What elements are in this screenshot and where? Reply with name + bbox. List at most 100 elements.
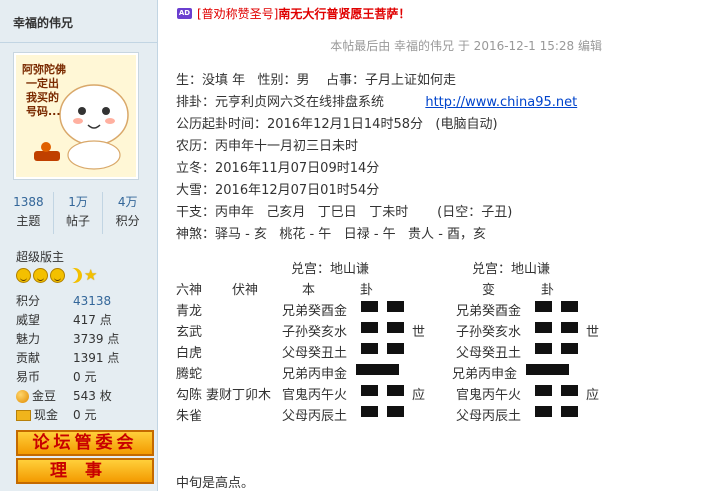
hex-liushen: 白虎 — [176, 346, 203, 361]
yin-line — [535, 406, 578, 417]
attr-label: 积分 — [16, 294, 41, 308]
hex-liushen: 青龙 — [176, 304, 203, 319]
yin-line — [361, 385, 404, 396]
avatar[interactable]: 阿弥陀佛 一定出 我买的 号码... — [13, 52, 139, 180]
post-line: 公历起卦时间：2016年12月1日14时58分 (电脑自动) — [176, 117, 498, 132]
yin-line — [535, 343, 578, 354]
stat-points-value[interactable]: 4万 — [103, 192, 152, 212]
star-medal-icon: ★ — [84, 266, 98, 284]
avatar-text-4: 号码... — [26, 105, 61, 118]
attr-label: 金豆 — [32, 389, 57, 403]
paigua-label: 排卦：元亨利贞网六爻在线排盘系统 — [176, 95, 385, 110]
edit-notice: 本帖最后由 幸福的伟兄 于 2016-12-1 15:28 编辑 — [330, 39, 602, 53]
hex-bian-line: 子孙癸亥水 — [456, 325, 522, 340]
hex-liushen: 勾陈 — [176, 388, 203, 403]
stat-posts-label: 帖子 — [66, 214, 91, 228]
attr-value: 1391 点 — [73, 351, 120, 365]
hex-ben-line: 父母癸丑土 — [282, 346, 348, 361]
attr-label: 贡献 — [16, 351, 41, 365]
post-line-paigua: 排卦：元亨利贞网六爻在线排盘系统 http://www.china95.net — [176, 92, 696, 114]
attr-jindou: 金豆 543 枚 — [16, 387, 152, 406]
attr-meili: 魅力 3739 点 — [16, 330, 152, 349]
hex-ben-mark: 世 — [412, 325, 426, 340]
hex-row: 腾蛇 兄弟丙申金 兄弟丙申金 — [176, 364, 696, 385]
hex-header-row: 六神 伏神 本 卦 变 卦 — [176, 280, 696, 301]
user-rank[interactable]: 超级版主 — [16, 248, 64, 265]
post-footer-line: 中旬是高点。 — [176, 476, 255, 491]
hex-bian-line: 父母癸丑土 — [456, 346, 522, 361]
post-content: AD [普劝称赞圣号] 南无大行普贤愿王菩萨！ 本帖最后由 幸福的伟兄 于 20… — [159, 0, 703, 491]
attr-jifen: 积分 43138 — [16, 292, 152, 311]
attr-yibi: 易币 0 元 — [16, 368, 152, 387]
attr-value: 0 元 — [73, 408, 97, 422]
post-line: 神煞：驿马 - 亥 桃花 - 午 日禄 - 午 贵人 - 酉，亥 — [176, 227, 487, 242]
hex-ben-line: 兄弟癸酉金 — [282, 304, 348, 319]
hex-bian-line: 父母丙辰土 — [456, 409, 522, 424]
hex-bian-line: 兄弟丙申金 — [452, 367, 518, 382]
avatar-text-1: 阿弥陀佛 — [22, 62, 66, 76]
hex-header-liushen: 六神 — [176, 283, 203, 298]
username-link[interactable]: 幸福的伟兄 — [13, 14, 73, 31]
hex-ben-line: 官鬼丙午火 — [282, 388, 348, 403]
yang-line — [356, 364, 399, 375]
hex-bian-line: 官鬼丙午火 — [456, 388, 522, 403]
hex-row: 勾陈 妻财丁卯木 官鬼丙午火应官鬼丙午火应 — [176, 385, 696, 406]
post-line: 立冬：2016年11月07日09时14分 — [176, 161, 380, 176]
hex-liushen: 朱雀 — [176, 409, 203, 424]
badge-director[interactable]: 理事 — [16, 458, 154, 484]
badge-committee[interactable]: 论坛管委会 — [16, 430, 154, 456]
hex-row: 白虎 父母癸丑土 父母癸丑土 — [176, 343, 696, 364]
post-body: 生：没填 年 性别：男 占事：子月上证如何走 排卦：元亨利贞网六爻在线排盘系统 … — [176, 70, 696, 246]
user-stats: 1388 主题 1万 帖子 4万 积分 — [4, 192, 152, 234]
attr-value[interactable]: 43138 — [73, 292, 111, 311]
avatar-image: 阿弥陀佛 一定出 我买的 号码... — [16, 55, 136, 177]
stat-posts[interactable]: 1万 帖子 — [52, 192, 103, 234]
attr-xianjin: 现金 0 元 — [16, 406, 152, 425]
attr-value: 417 点 — [73, 313, 112, 327]
hex-title-right: 兑宫：地山谦 — [472, 262, 551, 277]
stat-topics-label: 主题 — [16, 214, 41, 228]
attr-label: 易币 — [16, 370, 41, 384]
smile-medal-icon — [50, 268, 65, 283]
hex-ben-line: 子孙癸亥水 — [282, 325, 348, 340]
hex-header-bian: 变 — [482, 283, 496, 298]
attr-value: 543 枚 — [73, 389, 112, 403]
hex-header-gua: 卦 — [360, 283, 374, 298]
yin-line — [535, 322, 578, 333]
divider — [0, 42, 157, 43]
hex-header-ben: 本 — [302, 283, 316, 298]
smile-medal-icon — [33, 268, 48, 283]
stat-points[interactable]: 4万 积分 — [102, 192, 152, 234]
china95-link[interactable]: http://www.china95.net — [425, 95, 577, 110]
ad-banner[interactable]: AD [普劝称赞圣号] 南无大行普贤愿王菩萨！ — [177, 5, 410, 22]
hex-ben-line: 兄弟丙申金 — [282, 367, 348, 382]
hex-liushen: 腾蛇 — [176, 367, 203, 382]
attr-gongxian: 贡献 1391 点 — [16, 349, 152, 368]
hex-fushen: 妻财丁卯木 — [206, 388, 272, 403]
ad-link-text[interactable]: 南无大行普贤愿王菩萨！ — [278, 5, 410, 22]
medal-row: ★ — [16, 268, 99, 284]
hex-header-fushen: 伏神 — [232, 283, 259, 298]
yin-line — [535, 301, 578, 312]
yang-line — [526, 364, 569, 375]
stat-topics[interactable]: 1388 主题 — [4, 192, 53, 234]
ad-icon: AD — [177, 8, 192, 19]
hex-ben-line: 父母丙辰土 — [282, 409, 348, 424]
post-line: 生：没填 年 性别：男 占事：子月上证如何走 — [176, 73, 457, 88]
cash-icon — [16, 410, 31, 421]
yin-line — [361, 343, 404, 354]
hex-title-left: 兑宫：地山谦 — [291, 262, 370, 277]
stat-topics-value[interactable]: 1388 — [4, 192, 53, 212]
stat-posts-value[interactable]: 1万 — [54, 192, 103, 212]
hex-title-row: 兑宫：地山谦 兑宫：地山谦 — [176, 259, 696, 280]
hex-row: 玄武 子孙癸亥水 世 子孙癸亥水 世 — [176, 322, 696, 343]
yin-line — [361, 322, 404, 333]
ad-link[interactable]: [普劝称赞圣号] — [197, 5, 278, 22]
attr-label-with-icon: 金豆 — [16, 387, 73, 406]
hexagram-table: 兑宫：地山谦 兑宫：地山谦 六神 伏神 本 卦 变 卦 青龙 兄弟癸酉金 兄弟癸酉金… — [176, 259, 696, 427]
stat-points-label: 积分 — [115, 214, 140, 228]
yin-line — [361, 301, 404, 312]
attr-label: 威望 — [16, 313, 41, 327]
coin-icon — [16, 390, 29, 403]
attr-label-with-icon: 现金 — [16, 406, 73, 425]
